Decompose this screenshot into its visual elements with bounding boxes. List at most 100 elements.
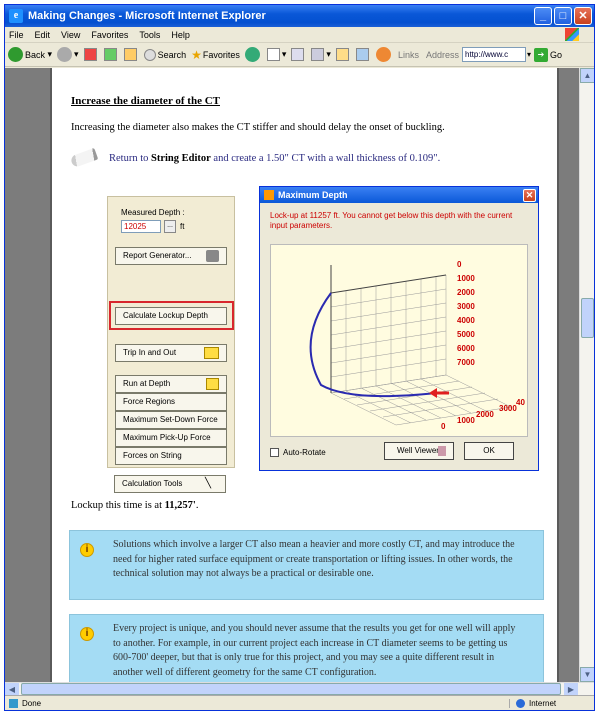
note-text-unique: Every project is unique, and you should …	[113, 623, 516, 678]
search-button[interactable]: Search	[143, 48, 186, 61]
well-3d-plot[interactable]: 0 1000 2000 3000 4000 5000 6000 7000 0 1000 2000 3…	[270, 244, 528, 437]
menu-favorites[interactable]: Favorites	[91, 30, 128, 40]
menu-tools[interactable]: Tools	[139, 30, 160, 40]
word-button[interactable]: ▾	[311, 48, 331, 61]
lockup-suffix: .	[195, 500, 199, 511]
back-dropdown-icon[interactable]: ▾	[45, 49, 53, 60]
scroll-down-arrow-icon[interactable]: ▼	[580, 667, 594, 682]
measured-depth-label: Measured Depth :	[121, 208, 185, 217]
well-viewer-button[interactable]: Well Viewer	[384, 442, 454, 460]
depth-tick-label: 5000	[457, 330, 475, 339]
printer-icon	[206, 250, 219, 262]
menu-help[interactable]: Help	[171, 30, 190, 40]
go-arrow-icon[interactable]: ➔	[534, 47, 549, 62]
toolbar: Back ▾ ▾ Search ★ Favorites ▾ ▾ Links Ad…	[5, 43, 594, 67]
stop-button[interactable]	[83, 48, 99, 61]
links-label[interactable]: Links	[398, 50, 419, 60]
lockup-message: Lock-up at 11257 ft. You cannot get belo…	[270, 211, 513, 230]
scroll-up-arrow-icon[interactable]: ▲	[580, 68, 594, 83]
favorites-label: Favorites	[202, 49, 240, 60]
search-icon	[143, 48, 156, 61]
lockup-prefix: Lockup this time is at	[71, 500, 162, 511]
right-margin	[559, 68, 579, 682]
media-icon	[244, 47, 260, 62]
x-tick-label: 3000	[499, 404, 517, 413]
status-bar: Done Internet	[5, 695, 594, 710]
horizontal-scrollbar[interactable]: ◀ ▶	[5, 682, 594, 696]
report-generator-button[interactable]: Report Generator...	[115, 247, 227, 265]
max-set-down-force-button[interactable]: Maximum Set-Down Force	[115, 411, 227, 429]
page-viewport: Increase the diameter of the CT Increasi…	[5, 68, 594, 682]
mail-icon	[291, 48, 305, 61]
status-text: Done	[22, 698, 42, 708]
trip-in-out-button[interactable]: Trip In and Out	[115, 344, 227, 362]
folder-button[interactable]	[335, 48, 351, 61]
research-icon	[355, 48, 369, 61]
minimize-button[interactable]: _	[534, 7, 552, 25]
left-margin	[5, 68, 50, 682]
depth-tick-label: 7000	[457, 358, 475, 367]
vertical-scrollbar[interactable]: ▲ ▼	[579, 68, 594, 682]
vertical-scroll-thumb[interactable]	[581, 298, 594, 338]
dialog-close-button[interactable]: ✕	[523, 188, 536, 202]
forces-on-string-label: Forces on String	[123, 451, 182, 460]
grid-wall-horizontals	[330, 288, 447, 378]
depth-tick-labels: 0 1000 2000 3000 4000 5000 6000 7000	[457, 260, 475, 367]
forces-on-string-button[interactable]: Forces on String	[115, 447, 227, 465]
well-viewer-label: Well Viewer	[397, 446, 439, 455]
checkbox-box[interactable]	[270, 448, 279, 457]
well-trajectory-curve	[309, 292, 437, 398]
address-dropdown-icon[interactable]: ▾	[527, 50, 531, 59]
close-button[interactable]: ✕	[574, 7, 592, 25]
forward-dropdown-icon[interactable]: ▾	[74, 49, 79, 60]
run-at-depth-label: Run at Depth	[123, 379, 171, 388]
dialog-title-bar: Maximum Depth ✕	[260, 187, 538, 203]
dialog-app-icon	[264, 190, 274, 200]
calculation-tools-button[interactable]: Calculation Tools ╲	[114, 475, 226, 493]
dialog-title: Maximum Depth	[278, 190, 348, 200]
force-regions-label: Force Regions	[123, 397, 176, 406]
research-button[interactable]	[355, 48, 371, 61]
forward-button[interactable]: ▾	[57, 47, 79, 62]
mail-button[interactable]	[291, 48, 306, 61]
menu-file[interactable]: File	[9, 30, 24, 40]
grid-floor-lines	[343, 380, 499, 418]
trip-in-out-label: Trip In and Out	[123, 348, 177, 357]
measured-depth-browse-button[interactable]: ...	[164, 220, 176, 233]
run-at-depth-button[interactable]: Run at Depth	[115, 375, 227, 393]
word-dropdown-icon[interactable]: ▾	[326, 49, 331, 60]
security-zone: Internet	[509, 698, 594, 708]
ok-button[interactable]: OK	[464, 442, 514, 460]
auto-rotate-checkbox[interactable]: Auto-Rotate	[270, 448, 326, 457]
media-button[interactable]	[244, 47, 262, 62]
menu-edit[interactable]: Edit	[35, 30, 51, 40]
lockup-result: Lockup this time is at 11,257'.	[71, 500, 198, 511]
history-button[interactable]: ▾	[266, 48, 287, 61]
back-button[interactable]: Back ▾	[8, 47, 52, 62]
go-button[interactable]: Go	[550, 50, 562, 60]
menu-view[interactable]: View	[61, 30, 80, 40]
plot-grid	[330, 274, 512, 426]
max-pick-up-force-button[interactable]: Maximum Pick-Up Force	[115, 429, 227, 447]
string-editor-link: String Editor	[151, 152, 211, 164]
page-content: Increase the diameter of the CT Increasi…	[50, 68, 559, 682]
messenger-button[interactable]	[375, 47, 393, 62]
x-tick-label: 2000	[476, 410, 494, 419]
well-viewer-icon	[438, 446, 446, 456]
history-icon	[266, 48, 280, 61]
refresh-button[interactable]	[103, 48, 119, 61]
word-icon	[311, 48, 325, 61]
maximize-button[interactable]: □	[554, 7, 572, 25]
grid-back-wall	[330, 274, 447, 394]
measured-depth-unit: ft	[180, 222, 185, 231]
section-heading: Increase the diameter of the CT	[71, 95, 220, 107]
horizontal-scroll-thumb[interactable]	[21, 683, 561, 695]
force-regions-button[interactable]: Force Regions	[115, 393, 227, 411]
favorites-button[interactable]: ★ Favorites	[191, 48, 240, 62]
history-dropdown-icon[interactable]: ▾	[282, 49, 287, 60]
home-button[interactable]	[123, 48, 139, 61]
measured-depth-input[interactable]: 12025	[121, 220, 161, 233]
maximum-depth-dialog: Maximum Depth ✕ Lock-up at 11257 ft. You…	[259, 186, 539, 471]
depth-tick-label: 2000	[457, 288, 475, 297]
address-input[interactable]: http://www.c	[462, 47, 526, 62]
